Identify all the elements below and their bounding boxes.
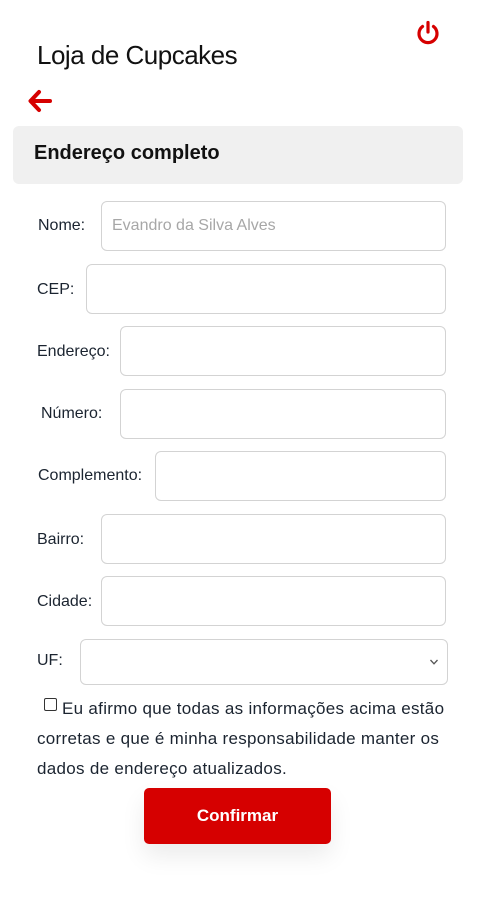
- arrow-left-icon[interactable]: [27, 89, 53, 113]
- complemento-label: Complemento:: [38, 467, 143, 484]
- bairro-input[interactable]: [101, 514, 446, 564]
- endereco-input[interactable]: [120, 326, 446, 376]
- nome-input[interactable]: [101, 201, 446, 251]
- nome-label: Nome:: [38, 217, 86, 234]
- cidade-label: Cidade:: [37, 593, 93, 610]
- cep-label: CEP:: [37, 281, 75, 298]
- cidade-input[interactable]: [101, 576, 446, 626]
- bairro-label: Bairro:: [37, 531, 85, 548]
- numero-label: Número:: [41, 405, 103, 422]
- endereco-label: Endereço:: [37, 343, 110, 360]
- section-title: Endereço completo: [34, 142, 220, 164]
- confirm-button[interactable]: Confirmar: [144, 788, 331, 844]
- app-title: Loja de Cupcakes: [37, 40, 238, 70]
- uf-label: UF:: [37, 652, 63, 669]
- agree-checkbox[interactable]: [44, 698, 57, 711]
- complemento-input[interactable]: [155, 451, 446, 501]
- power-icon[interactable]: [414, 19, 442, 47]
- section-header: Endereço completo: [13, 126, 463, 184]
- cep-input[interactable]: [86, 264, 446, 314]
- numero-input[interactable]: [120, 389, 446, 439]
- chevron-down-icon: [430, 659, 438, 665]
- agree-text: Eu afirmo que todas as informações acima…: [37, 699, 445, 778]
- uf-select[interactable]: [80, 639, 448, 685]
